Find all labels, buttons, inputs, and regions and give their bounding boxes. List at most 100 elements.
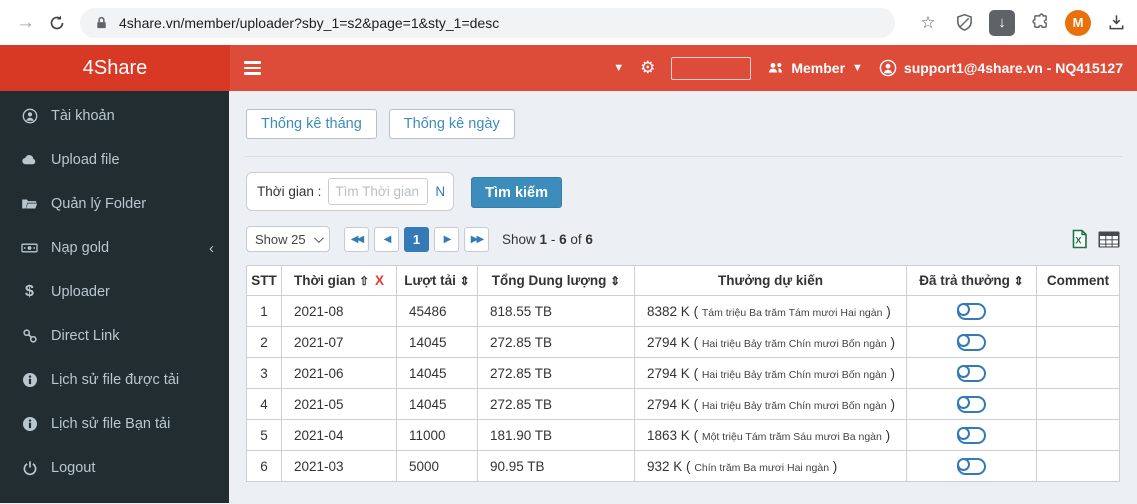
sidebar-item-uploader[interactable]: $ Uploader <box>0 270 229 314</box>
account-menu[interactable]: support1@4share.vn - NQ415127 <box>879 59 1123 77</box>
gear-icon[interactable]: ⚙ <box>640 58 655 78</box>
extensions-puzzle-icon[interactable] <box>1029 12 1051 34</box>
cell-comment <box>1037 358 1120 389</box>
cell-paid <box>907 358 1037 389</box>
address-bar[interactable]: 4share.vn/member/uploader?sby_1=s2&page=… <box>80 8 895 38</box>
sidebar-item-logout[interactable]: Logout <box>0 446 229 490</box>
cell-size: 90.95 TB <box>478 451 635 482</box>
cell-paid <box>907 327 1037 358</box>
sort-icon: ⇕ <box>610 274 620 288</box>
sidebar-toggle-button[interactable] <box>230 45 275 91</box>
pager-first-button[interactable]: ◀◀ <box>344 227 369 252</box>
dropdown-caret-icon[interactable]: ▼ <box>613 62 624 74</box>
chevron-down-icon <box>314 233 324 243</box>
sidebar-item-lich-su-file-duoc-tai[interactable]: Lịch sử file được tải <box>0 358 229 402</box>
stats-table: STT Thời gian ⇧ X Lượt tải ⇕ Tổng Dung l… <box>246 265 1120 482</box>
cell-downloads: 45486 <box>397 296 478 327</box>
header-da-tra-thuong[interactable]: Đã trả thưởng ⇕ <box>907 266 1037 296</box>
cell-period: 2021-08 <box>282 296 397 327</box>
cell-size: 272.85 TB <box>478 327 635 358</box>
cloud-icon <box>21 152 38 168</box>
header-thoi-gian[interactable]: Thời gian ⇧ X <box>282 266 397 296</box>
table-view-icon[interactable] <box>1098 231 1120 248</box>
page-size-value: Show 25 <box>255 232 306 247</box>
member-menu[interactable]: Member ▼ <box>767 60 863 76</box>
table-row: 3 2021-06 14045 272.85 TB 2794 K ( Hai t… <box>247 358 1120 389</box>
power-icon <box>21 460 38 476</box>
toggle-off-icon[interactable] <box>957 396 986 413</box>
toggle-off-icon[interactable] <box>957 427 986 444</box>
browser-profile-avatar[interactable]: M <box>1065 10 1091 36</box>
sidebar-item-label: Uploader <box>51 284 110 300</box>
sidebar-item-direct-link[interactable]: Direct Link <box>0 314 229 358</box>
header-luot-tai[interactable]: Lượt tải ⇕ <box>397 266 478 296</box>
sidebar-item-lich-su-file-ban-tai[interactable]: Lịch sử file Bạn tải <box>0 402 229 446</box>
cell-size: 272.85 TB <box>478 389 635 420</box>
navbar-search-input[interactable] <box>671 57 751 80</box>
sidebar-item-label: Lịch sử file được tải <box>51 372 179 388</box>
user-circle-icon <box>879 59 897 77</box>
browser-reload-button[interactable] <box>45 9 68 37</box>
sidebar-item-nap-gold[interactable]: Nạp gold ‹ <box>0 226 229 270</box>
pager-last-button[interactable]: ▶▶ <box>464 227 489 252</box>
app-header: 4Share ▼ ⚙ Member ▼ <box>0 45 1137 91</box>
header-thuong-du-kien: Thưởng dự kiến <box>635 266 907 296</box>
cell-stt: 1 <box>247 296 282 327</box>
cell-paid <box>907 389 1037 420</box>
users-icon <box>767 60 784 76</box>
link-icon <box>21 328 38 344</box>
search-button[interactable]: Tìm kiếm <box>471 177 562 208</box>
sort-clear-button[interactable]: X <box>375 273 384 288</box>
toggle-off-icon[interactable] <box>957 458 986 475</box>
cell-reward: 1863 K ( Một triệu Tám trăm Sáu mươi Ba … <box>635 420 907 451</box>
cell-period: 2021-05 <box>282 389 397 420</box>
downloads-tray-icon[interactable] <box>1105 12 1127 34</box>
sidebar-item-label: Upload file <box>51 152 120 168</box>
sidebar-item-label: Nạp gold <box>51 240 109 256</box>
cell-downloads: 11000 <box>397 420 478 451</box>
app-logo[interactable]: 4Share <box>0 45 230 91</box>
header-tong-dung-luong[interactable]: Tổng Dung lượng ⇕ <box>478 266 635 296</box>
cell-stt: 6 <box>247 451 282 482</box>
dollar-icon: $ <box>21 283 38 301</box>
tab-thong-ke-ngay[interactable]: Thống kê ngày <box>389 109 515 139</box>
tab-thong-ke-thang[interactable]: Thống kê tháng <box>246 109 377 139</box>
cell-stt: 4 <box>247 389 282 420</box>
toggle-off-icon[interactable] <box>957 334 986 351</box>
sidebar-item-label: Tài khoản <box>51 108 115 124</box>
info-icon <box>21 372 38 388</box>
toggle-off-icon[interactable] <box>957 365 986 382</box>
cell-period: 2021-07 <box>282 327 397 358</box>
cell-paid <box>907 420 1037 451</box>
sidebar-item-upload-file[interactable]: Upload file <box>0 138 229 182</box>
cell-stt: 2 <box>247 327 282 358</box>
page-size-select[interactable]: Show 25 <box>246 226 330 252</box>
toggle-off-icon[interactable] <box>957 303 986 320</box>
cell-period: 2021-04 <box>282 420 397 451</box>
reload-icon <box>48 14 66 32</box>
info-icon <box>21 416 38 432</box>
cell-stt: 5 <box>247 420 282 451</box>
pager-page-1-button[interactable]: 1 <box>404 227 429 252</box>
pager-next-button[interactable]: ▶ <box>434 227 459 252</box>
download-active-button[interactable]: ↓ <box>989 10 1015 36</box>
sidebar-item-label: Direct Link <box>51 328 120 344</box>
cell-reward: 2794 K ( Hai triệu Bảy trăm Chín mươi Bố… <box>635 389 907 420</box>
export-excel-icon[interactable]: X <box>1070 229 1089 249</box>
table-row: 2 2021-07 14045 272.85 TB 2794 K ( Hai t… <box>247 327 1120 358</box>
shield-icon[interactable] <box>953 12 975 34</box>
sidebar-item-quan-ly-folder[interactable]: Quản lý Folder <box>0 182 229 226</box>
header-comment: Comment <box>1037 266 1120 296</box>
cell-comment <box>1037 451 1120 482</box>
pager-prev-button[interactable]: ◀ <box>374 227 399 252</box>
time-filter-group: Thời gian : N <box>246 172 454 211</box>
bookmark-star-icon[interactable]: ☆ <box>917 12 939 34</box>
url-text: 4share.vn/member/uploader?sby_1=s2&page=… <box>119 15 499 31</box>
cell-downloads: 5000 <box>397 451 478 482</box>
sidebar-item-tai-khoan[interactable]: Tài khoản <box>0 94 229 138</box>
time-filter-input[interactable] <box>328 178 428 205</box>
cell-size: 272.85 TB <box>478 358 635 389</box>
cell-downloads: 14045 <box>397 358 478 389</box>
browser-forward-button[interactable]: → <box>14 9 37 37</box>
member-menu-label: Member <box>791 60 845 76</box>
